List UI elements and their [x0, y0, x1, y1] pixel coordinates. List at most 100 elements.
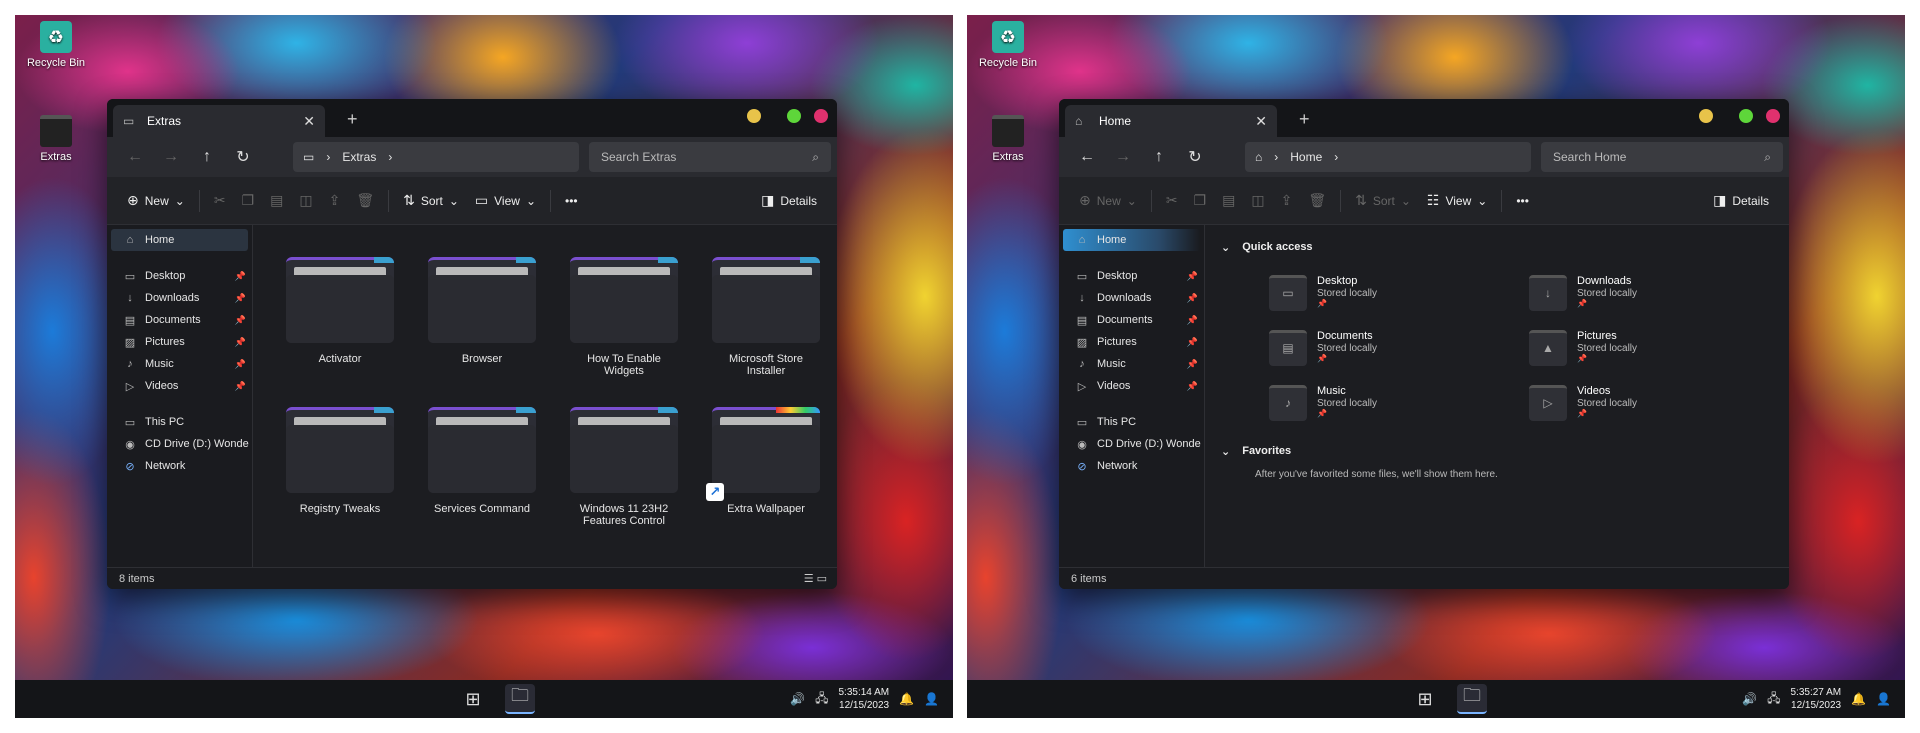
sidebar-item-home[interactable]: ⌂ Home [111, 229, 248, 251]
new-button[interactable]: ⊕ New ⌄ [1071, 192, 1145, 209]
sidebar-item-pictures[interactable]: ▨ Pictures 📌 [107, 331, 252, 353]
share-button[interactable]: ⇪ [321, 192, 349, 209]
view-button[interactable]: ▭ View ⌄ [467, 192, 544, 209]
folder-item[interactable]: Windows 11 23H2 Features Control [553, 407, 695, 537]
notification-icon[interactable]: 🔔 [1851, 692, 1866, 706]
sort-button[interactable]: ⇅ Sort ⌄ [1347, 192, 1419, 209]
quick-access-item[interactable]: ▤ Documents Stored locally 📌 [1269, 330, 1499, 370]
quick-access-item[interactable]: ▭ Desktop Stored locally 📌 [1269, 275, 1499, 315]
sidebar-item-desktop[interactable]: ▭ Desktop 📌 [107, 265, 252, 287]
view-toggle[interactable]: ☰ ▭ [804, 572, 827, 585]
sidebar-item-music[interactable]: ♪ Music 📌 [107, 353, 252, 375]
new-tab-button[interactable]: + [347, 109, 358, 130]
close-tab-icon[interactable]: ✕ [303, 113, 315, 130]
recycle-bin-desktop-icon[interactable]: ♻ Recycle Bin [21, 21, 91, 69]
details-button[interactable]: ◨ Details [753, 192, 825, 209]
sidebar-item-cd-drive[interactable]: ◉ CD Drive (D:) Wonde [107, 433, 252, 455]
close-tab-icon[interactable]: ✕ [1255, 113, 1267, 130]
minimize-button[interactable] [1699, 109, 1713, 123]
sidebar-item-documents[interactable]: ▤ Documents 📌 [107, 309, 252, 331]
rename-button[interactable]: ◫ [291, 192, 320, 209]
details-button[interactable]: ◨ Details [1705, 192, 1777, 209]
folder-item[interactable]: Activator [269, 257, 411, 387]
quick-access-item[interactable]: ♪ Music Stored locally 📌 [1269, 385, 1499, 425]
folder-item[interactable]: Registry Tweaks [269, 407, 411, 537]
extras-desktop-icon[interactable]: Extras [21, 115, 91, 163]
search-input[interactable]: Search Home ⌕ [1541, 142, 1783, 172]
back-button[interactable]: ← [1069, 148, 1105, 166]
file-explorer-taskbar-button[interactable]: 🗀 [1457, 684, 1487, 714]
back-button[interactable]: ← [117, 148, 153, 166]
sidebar-item-downloads[interactable]: ↓ Downloads 📌 [107, 287, 252, 309]
sidebar-item-videos[interactable]: ▷ Videos 📌 [107, 375, 252, 397]
delete-button[interactable]: 🗑 [1300, 192, 1334, 209]
copy-button[interactable]: ❐ [1186, 192, 1215, 209]
sidebar-item-network[interactable]: ⊘ Network [107, 455, 252, 477]
close-button[interactable] [814, 109, 828, 123]
extras-desktop-icon[interactable]: Extras [973, 115, 1043, 163]
breadcrumb[interactable]: Extras [342, 150, 376, 164]
network-status-icon[interactable]: 🖧 [1767, 689, 1780, 710]
refresh-button[interactable]: ↻ [1177, 147, 1213, 167]
more-button[interactable]: ••• [557, 194, 586, 208]
sidebar-item-pictures[interactable]: ▨ Pictures 📌 [1059, 331, 1204, 353]
folder-item[interactable]: Services Command [411, 407, 553, 537]
sidebar-item-music[interactable]: ♪ Music 📌 [1059, 353, 1204, 375]
forward-button[interactable]: → [1105, 148, 1141, 166]
forward-button[interactable]: → [153, 148, 189, 166]
folder-item[interactable]: How To Enable Widgets [553, 257, 695, 387]
sort-button[interactable]: ⇅ Sort ⌄ [395, 192, 467, 209]
quick-access-header[interactable]: ⌄ Quick access [1221, 241, 1313, 254]
recycle-bin-desktop-icon[interactable]: ♻ Recycle Bin [973, 21, 1043, 69]
user-icon[interactable]: 👤 [1876, 692, 1891, 706]
copy-button[interactable]: ❐ [234, 192, 263, 209]
quick-access-item[interactable]: ↓ Downloads Stored locally 📌 [1529, 275, 1759, 315]
start-button[interactable]: ⊞ [1410, 684, 1440, 714]
new-tab-button[interactable]: + [1299, 109, 1310, 130]
sidebar-item-this-pc[interactable]: ▭ This PC [107, 411, 252, 433]
address-bar[interactable]: ▭ › Extras › [293, 142, 579, 172]
address-bar[interactable]: ⌂ › Home › [1245, 142, 1531, 172]
more-button[interactable]: ••• [1508, 194, 1537, 208]
sidebar-item-home[interactable]: ⌂ Home [1063, 229, 1200, 251]
folder-item[interactable]: ↗ Extra Wallpaper [695, 407, 837, 537]
clock[interactable]: 5:35:14 AM 12/15/2023 [839, 686, 890, 712]
sidebar-item-cd-drive[interactable]: ◉ CD Drive (D:) Wonde [1059, 433, 1204, 455]
paste-button[interactable]: ▤ [262, 192, 291, 209]
maximize-button[interactable] [1739, 109, 1753, 123]
delete-button[interactable]: 🗑 [348, 192, 382, 209]
start-button[interactable]: ⊞ [458, 684, 488, 714]
cut-button[interactable]: ✂ [1158, 192, 1186, 209]
sidebar-item-this-pc[interactable]: ▭ This PC [1059, 411, 1204, 433]
sidebar-item-network[interactable]: ⊘ Network [1059, 455, 1204, 477]
new-button[interactable]: ⊕ New ⌄ [119, 192, 193, 209]
paste-button[interactable]: ▤ [1214, 192, 1243, 209]
sidebar-item-downloads[interactable]: ↓ Downloads 📌 [1059, 287, 1204, 309]
user-icon[interactable]: 👤 [924, 692, 939, 706]
folder-item[interactable]: Microsoft Store Installer [695, 257, 837, 387]
file-explorer-taskbar-button[interactable]: 🗀 [505, 684, 535, 714]
rename-button[interactable]: ◫ [1243, 192, 1272, 209]
folder-item[interactable]: Browser [411, 257, 553, 387]
refresh-button[interactable]: ↻ [225, 147, 261, 167]
tab-extras[interactable]: ▭ Extras ✕ [113, 105, 325, 137]
tab-home[interactable]: ⌂ Home ✕ [1065, 105, 1277, 137]
breadcrumb[interactable]: Home [1290, 150, 1322, 164]
clock[interactable]: 5:35:27 AM 12/15/2023 [1791, 686, 1842, 712]
network-status-icon[interactable]: 🖧 [815, 689, 828, 710]
close-button[interactable] [1766, 109, 1780, 123]
up-button[interactable]: ↑ [1141, 148, 1177, 166]
up-button[interactable]: ↑ [189, 148, 225, 166]
quick-access-item[interactable]: ▷ Videos Stored locally 📌 [1529, 385, 1759, 425]
favorites-header[interactable]: ⌄ Favorites [1221, 445, 1291, 458]
cut-button[interactable]: ✂ [206, 192, 234, 209]
sidebar-item-videos[interactable]: ▷ Videos 📌 [1059, 375, 1204, 397]
volume-icon[interactable]: 🔊 [790, 692, 805, 706]
minimize-button[interactable] [747, 109, 761, 123]
view-button[interactable]: ☷ View ⌄ [1419, 192, 1495, 209]
volume-icon[interactable]: 🔊 [1742, 692, 1757, 706]
quick-access-item[interactable]: ▲ Pictures Stored locally 📌 [1529, 330, 1759, 370]
notification-icon[interactable]: 🔔 [899, 692, 914, 706]
maximize-button[interactable] [787, 109, 801, 123]
search-input[interactable]: Search Extras ⌕ [589, 142, 831, 172]
